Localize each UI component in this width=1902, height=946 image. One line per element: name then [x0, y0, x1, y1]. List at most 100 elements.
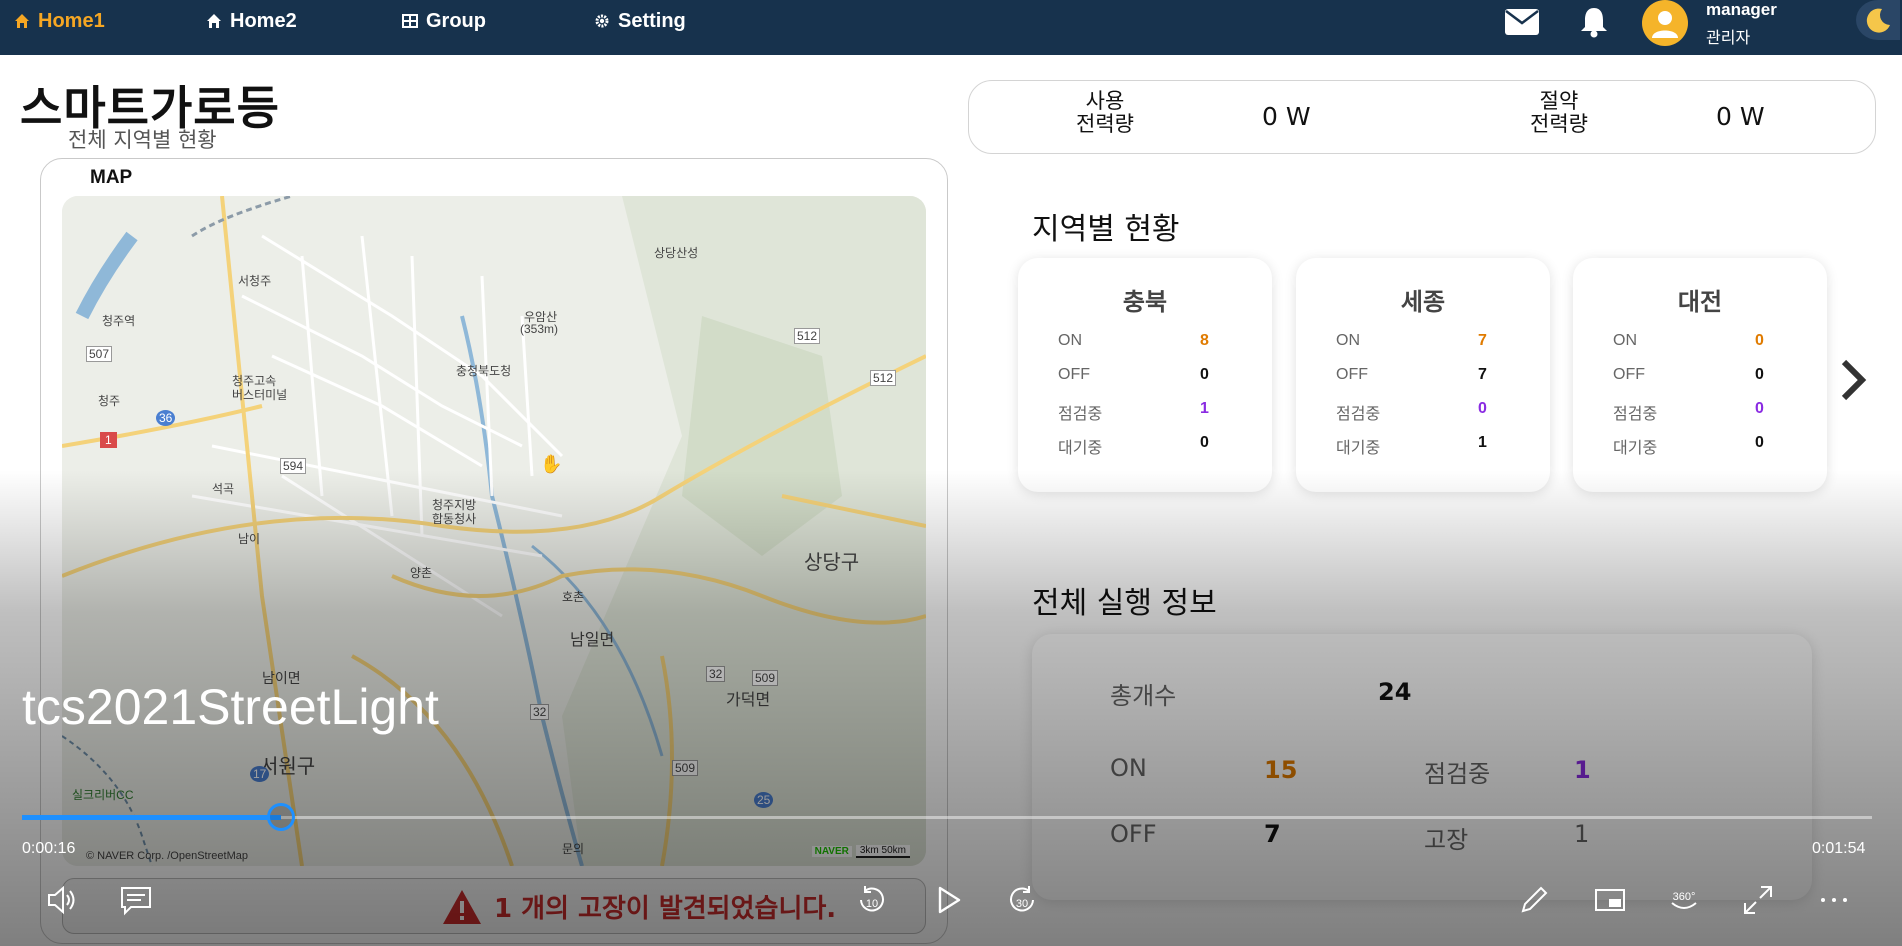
row-value: 0 — [1755, 332, 1764, 349]
row-label: 점검중 — [1058, 406, 1103, 423]
region-row-on: ON 0 — [1613, 332, 1793, 350]
exec-section-title: 전체 실행 정보 — [1032, 586, 1217, 621]
fault-alert[interactable]: 1 개의 고장이 발견되었습니다. — [442, 888, 836, 925]
play-icon — [938, 886, 961, 914]
map-label: 남일면 — [570, 632, 615, 649]
region-name: 대전 — [1677, 288, 1723, 316]
play-button[interactable] — [926, 878, 970, 922]
avatar[interactable] — [1642, 0, 1688, 46]
exec-inspect-label: 점검중 — [1424, 760, 1491, 788]
hand-cursor-icon: ✋ — [540, 454, 563, 475]
used-power-label-line1: 사용 — [1085, 89, 1125, 113]
volume-icon — [48, 885, 75, 915]
row-label: ON — [1613, 332, 1637, 349]
region-card-chungbuk[interactable]: 충북 ON 8 OFF 0 점검중 1 대기중 0 — [1018, 258, 1272, 492]
nav-home2-label: Home2 — [230, 9, 297, 32]
map-view[interactable]: 상당산성 우암산 (353m) 청주역 서청주 청주 청주고속 버스터미널 충청… — [62, 196, 926, 866]
map-label: 합동청사 — [432, 512, 477, 526]
more-options-button[interactable] — [1812, 878, 1856, 922]
row-value: 8 — [1200, 332, 1209, 349]
gear-icon — [595, 14, 609, 28]
captions-button[interactable] — [114, 878, 158, 922]
edit-button[interactable] — [1512, 878, 1556, 922]
map-label: 문의 — [562, 842, 585, 856]
row-label: ON — [1336, 332, 1360, 349]
region-card-daejeon[interactable]: 대전 ON 0 OFF 0 점검중 0 대기중 0 — [1573, 258, 1827, 492]
more-icon — [1821, 898, 1847, 902]
region-row-off: OFF 0 — [1058, 366, 1238, 384]
row-label: OFF — [1058, 366, 1090, 383]
forward-icon: 30 — [1010, 886, 1034, 912]
map-label: 버스터미널 — [232, 388, 288, 402]
nav-group-label: Group — [426, 9, 486, 32]
row-value: 0 — [1755, 400, 1764, 417]
region-row-inspect: 점검중 1 — [1058, 400, 1238, 424]
road-sign: 512 — [794, 328, 821, 344]
volume-button[interactable] — [40, 878, 84, 922]
exec-info-card — [1032, 634, 1812, 900]
saved-power-label-line2: 전력량 — [1530, 112, 1588, 136]
region-row-on: ON 8 — [1058, 332, 1238, 350]
row-value: 0 — [1755, 366, 1764, 383]
map-label: 서청주 — [238, 274, 272, 288]
nav-group[interactable]: Group — [402, 8, 486, 34]
map-label: 충청북도청 — [456, 364, 512, 378]
exec-total-label: 총개수 — [1110, 682, 1177, 710]
rewind-label: 10 — [866, 898, 878, 910]
chevron-right-icon[interactable] — [1838, 358, 1868, 402]
exec-total-value: 24 — [1378, 678, 1412, 706]
map-label: 상당산성 — [654, 246, 699, 260]
map-label: (353m) — [520, 322, 559, 336]
seek-thumb[interactable] — [267, 803, 295, 831]
row-value: 0 — [1200, 366, 1209, 383]
nav-home2[interactable]: Home2 — [206, 8, 297, 34]
row-value: 0 — [1200, 434, 1209, 451]
rewind-button[interactable]: 10 — [850, 878, 894, 922]
exec-on-label: ON — [1110, 754, 1147, 782]
road-sign: 507 — [86, 346, 113, 362]
nav-home1[interactable]: Home1 — [14, 8, 105, 34]
region-name: 세종 — [1400, 288, 1446, 316]
user-name: manager — [1706, 0, 1777, 19]
forward-button[interactable]: 30 — [1000, 878, 1044, 922]
row-label: 점검중 — [1336, 406, 1381, 423]
map-label: 상당구 — [804, 552, 860, 574]
miniplayer-button[interactable] — [1588, 878, 1632, 922]
pencil-icon — [1521, 886, 1548, 913]
exec-off-label: OFF — [1110, 820, 1157, 848]
current-time: 0:00:16 — [22, 840, 76, 857]
user-role: 관리자 — [1706, 28, 1751, 47]
exec-off-value: 7 — [1264, 820, 1281, 848]
road-sign: 509 — [672, 760, 699, 776]
seek-track[interactable] — [22, 816, 1872, 819]
saved-power-label: 절약 전력량 — [1514, 90, 1604, 136]
region-card-sejong[interactable]: 세종 ON 7 OFF 7 점검중 0 대기중 1 — [1296, 258, 1550, 492]
bell-icon[interactable] — [1576, 4, 1612, 40]
row-label: OFF — [1336, 366, 1368, 383]
fullscreen-icon — [1744, 886, 1772, 914]
used-power-label: 사용 전력량 — [1060, 90, 1150, 136]
vr-360-button[interactable]: 360° — [1662, 878, 1706, 922]
seek-progress — [22, 815, 281, 820]
used-power-label-line2: 전력량 — [1076, 112, 1134, 136]
row-label: 대기중 — [1058, 440, 1103, 457]
row-label: 점검중 — [1613, 406, 1658, 423]
region-row-wait: 대기중 1 — [1336, 434, 1516, 458]
row-label: ON — [1058, 332, 1082, 349]
nav-setting[interactable]: Setting — [594, 8, 686, 34]
fullscreen-button[interactable] — [1736, 878, 1780, 922]
row-label: 대기중 — [1336, 440, 1381, 457]
map-label: 가덕면 — [726, 692, 771, 709]
rewind-icon: 10 — [860, 886, 884, 912]
map-label: 양촌 — [410, 566, 433, 580]
region-row-on: ON 7 — [1336, 332, 1516, 350]
theme-toggle[interactable] — [1856, 0, 1900, 40]
exec-on-value: 15 — [1264, 756, 1298, 784]
map-label: 호촌 — [562, 590, 585, 604]
region-row-wait: 대기중 0 — [1613, 434, 1793, 458]
duration: 0:01:54 — [1812, 840, 1866, 857]
nav-home1-label: Home1 — [38, 9, 105, 32]
row-value: 7 — [1478, 332, 1487, 349]
saved-power-label-line1: 절약 — [1539, 89, 1579, 113]
mail-icon[interactable] — [1504, 4, 1540, 40]
